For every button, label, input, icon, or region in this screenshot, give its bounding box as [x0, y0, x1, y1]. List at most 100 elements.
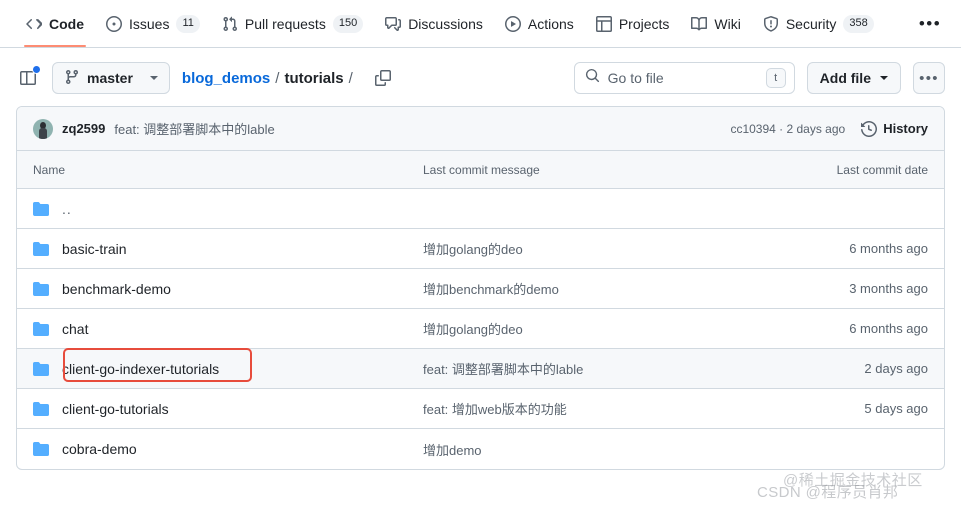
tab-issues-label: Issues [129, 15, 170, 32]
tab-code[interactable]: Code [16, 1, 94, 47]
tab-discussions-label: Discussions [408, 15, 483, 32]
search-placeholder: Go to file [607, 70, 664, 86]
file-name-cell: benchmark-demo [33, 281, 423, 297]
issues-counter: 11 [176, 14, 200, 33]
file-name-cell: client-go-indexer-tutorials [33, 347, 423, 382]
tab-code-label: Code [49, 15, 84, 32]
file-name-cell: cobra-demo [33, 441, 423, 457]
tab-projects[interactable]: Projects [586, 1, 680, 47]
tab-wiki[interactable]: Wiki [681, 1, 750, 47]
file-name[interactable]: cobra-demo [62, 441, 137, 457]
file-commit-message[interactable]: feat: 增加web版本的功能 [423, 399, 778, 418]
chevron-down-icon [880, 76, 888, 80]
shield-icon [763, 15, 779, 32]
file-name-cell: .. [33, 201, 423, 217]
table-row[interactable]: chat 增加golang的deo 6 months ago [17, 309, 944, 349]
tab-security-label: Security [785, 15, 837, 32]
book-icon [691, 16, 708, 32]
column-header-name: Name [33, 162, 66, 177]
tab-security[interactable]: Security 358 [753, 1, 884, 47]
play-icon [504, 15, 521, 32]
add-file-label: Add file [819, 70, 871, 86]
folder-icon [33, 281, 49, 297]
file-commit-date: 6 months ago [849, 241, 928, 256]
file-commit-date: 2 days ago [864, 361, 928, 376]
branch-selector[interactable]: master [52, 62, 170, 94]
tab-projects-label: Projects [618, 15, 670, 32]
search-shortcut-key: t [765, 68, 786, 88]
column-header-date: Last commit date [836, 162, 928, 177]
file-commit-date: 6 months ago [849, 321, 928, 336]
breadcrumb-current[interactable]: tutorials [284, 70, 343, 87]
folder-icon [33, 321, 49, 337]
commit-message[interactable]: feat: 调整部署脚本中的lable [114, 119, 274, 138]
tab-issues[interactable]: Issues 11 [96, 1, 210, 47]
file-commit-message[interactable]: 增加golang的deo [423, 319, 778, 338]
file-commit-message[interactable]: feat: 调整部署脚本中的lable [423, 359, 778, 378]
history-link[interactable]: History [861, 120, 928, 137]
file-name[interactable]: basic-train [62, 241, 127, 257]
folder-icon [33, 441, 49, 457]
branch-icon [64, 69, 80, 88]
pull-request-icon [222, 16, 238, 32]
file-name[interactable]: client-go-tutorials [62, 401, 169, 417]
security-counter: 358 [843, 14, 874, 33]
column-header-message: Last commit message [423, 162, 540, 177]
table-row[interactable]: basic-train 增加golang的deo 6 months ago [17, 229, 944, 269]
comment-icon [385, 16, 402, 32]
folder-icon [33, 201, 49, 217]
file-commit-message[interactable]: 增加benchmark的demo [423, 279, 778, 298]
file-commit-message[interactable]: 增加demo [423, 440, 778, 459]
copy-icon[interactable] [369, 64, 397, 92]
watermark-secondary: CSDN @程序员肖邦 [757, 484, 899, 501]
branch-name: master [87, 70, 133, 86]
code-icon [26, 16, 42, 32]
tab-actions-label: Actions [527, 15, 574, 32]
pull-requests-counter: 150 [332, 14, 364, 33]
file-commit-date: 3 months ago [849, 281, 928, 296]
file-table-header: Name Last commit message Last commit dat… [17, 151, 944, 189]
chevron-down-icon [149, 76, 158, 80]
search-icon [585, 68, 600, 88]
commit-hash-and-time[interactable]: cc10394 · 2 days ago [730, 122, 845, 136]
folder-icon [33, 401, 49, 417]
tab-actions[interactable]: Actions [495, 1, 584, 47]
notification-dot [32, 65, 41, 74]
breadcrumb-trailing-separator: / [348, 69, 353, 87]
tab-discussions[interactable]: Discussions [375, 1, 493, 47]
folder-icon [33, 241, 49, 257]
breadcrumb-separator: / [275, 69, 280, 87]
avatar[interactable] [33, 118, 53, 139]
table-row-highlighted[interactable]: client-go-indexer-tutorials feat: 调整部署脚本… [17, 347, 944, 389]
add-file-button[interactable]: Add file [806, 62, 901, 94]
file-browser-panel: zq2599 feat: 调整部署脚本中的lable cc10394 · 2 d… [16, 106, 945, 470]
history-label: History [883, 121, 928, 136]
watermark-primary: @稀土掘金技术社区 [783, 472, 923, 489]
table-row[interactable]: benchmark-demo 增加benchmark的demo 3 months… [17, 269, 944, 309]
commit-author[interactable]: zq2599 [62, 121, 105, 136]
table-row[interactable]: cobra-demo 增加demo [17, 429, 944, 469]
file-name-cell: basic-train [33, 241, 423, 257]
file-name-cell: chat [33, 321, 423, 337]
file-name[interactable]: .. [62, 201, 72, 217]
file-name[interactable]: chat [62, 321, 88, 337]
history-icon [861, 120, 878, 137]
tab-wiki-label: Wiki [714, 15, 741, 32]
table-icon [595, 15, 612, 32]
file-commit-date: 5 days ago [864, 401, 928, 416]
table-row[interactable]: client-go-tutorials feat: 增加web版本的功能 5 d… [17, 389, 944, 429]
repo-nav: Code Issues 11 Pull requests 150 Discuss… [0, 0, 961, 48]
table-row[interactable]: .. [17, 189, 944, 229]
file-name[interactable]: client-go-indexer-tutorials [62, 361, 219, 377]
file-name[interactable]: benchmark-demo [62, 281, 171, 297]
sidebar-expand-icon[interactable] [16, 65, 41, 90]
nav-overflow-button[interactable]: ••• [915, 10, 945, 38]
tab-pull-requests[interactable]: Pull requests 150 [212, 1, 373, 47]
breadcrumb-repo[interactable]: blog_demos [182, 70, 270, 87]
search-input[interactable]: Go to file t [573, 62, 795, 94]
breadcrumb: blog_demos / tutorials / [182, 70, 353, 87]
more-options-button[interactable]: ••• [913, 62, 945, 94]
file-commit-message[interactable]: 增加golang的deo [423, 239, 778, 258]
file-name-cell: client-go-tutorials [33, 401, 423, 417]
issue-icon [106, 15, 122, 32]
